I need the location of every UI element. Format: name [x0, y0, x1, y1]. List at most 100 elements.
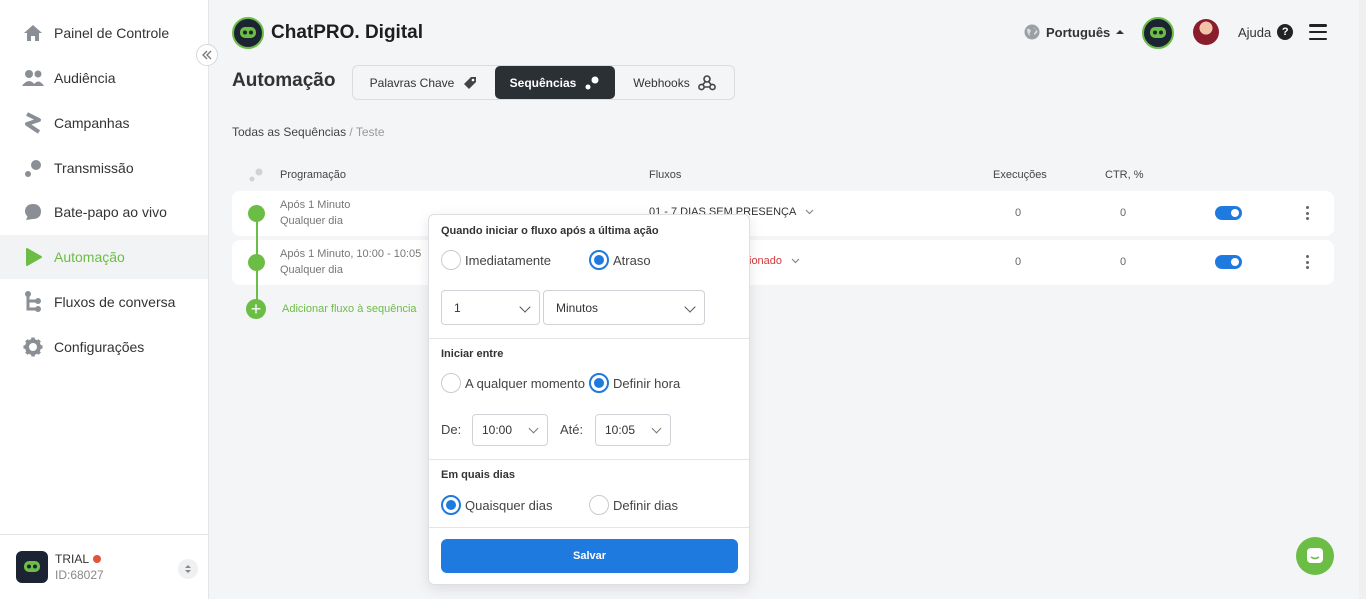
flow-icon: [22, 291, 44, 313]
days-title: Em quais dias: [441, 469, 515, 481]
timeline-dot: [248, 254, 265, 271]
radio-any-time[interactable]: A qualquer momento: [441, 373, 585, 393]
sidebar-item-broadcast[interactable]: Transmissão: [0, 146, 208, 190]
radio-label: Atraso: [613, 252, 651, 268]
row-schedule[interactable]: Após 1 Minuto Qualquer dia: [280, 197, 350, 229]
broadcast-icon: [22, 157, 44, 179]
add-flow-button[interactable]: + Adicionar fluxo à sequência: [246, 299, 417, 319]
chevron-down-icon: [805, 209, 814, 215]
tab-keywords[interactable]: Palavras Chave: [353, 66, 495, 99]
schedule-popover: Quando iniciar o fluxo após a última açã…: [428, 214, 750, 585]
collapse-sidebar-button[interactable]: [196, 44, 218, 66]
from-label: De:: [441, 422, 462, 437]
row-ctr: 0: [1120, 256, 1127, 268]
automation-tabs: Palavras Chave Sequências Webhooks: [352, 65, 735, 100]
radio-circle: [589, 250, 609, 270]
account-switcher[interactable]: TRIAL ID:68027: [0, 534, 208, 599]
radio-circle: [441, 495, 461, 515]
sidebar-item-settings[interactable]: Configurações: [0, 325, 208, 369]
page-scrollbar[interactable]: [1359, 0, 1366, 599]
sidebar-item-campaigns[interactable]: Campanhas: [0, 101, 208, 145]
radio-circle: [441, 373, 461, 393]
select-value: 1: [454, 300, 461, 315]
sidebar-item-conversation-flows[interactable]: Fluxos de conversa: [0, 280, 208, 324]
more-options-icon[interactable]: [1305, 206, 1309, 220]
to-time-select[interactable]: 10:05: [595, 414, 671, 446]
row-executions: 0: [1015, 207, 1022, 219]
sidebar-item-label: Configurações: [54, 339, 145, 355]
delay-value-select[interactable]: 1: [441, 290, 540, 325]
language-label: Português: [1046, 24, 1111, 40]
between-title: Iniciar entre: [441, 348, 504, 360]
schedule-delay: Após 1 Minuto: [280, 199, 351, 211]
row-flow[interactable]: ionado: [749, 255, 800, 267]
radio-immediate[interactable]: Imediatamente: [441, 250, 551, 270]
enable-toggle[interactable]: [1215, 206, 1242, 220]
select-value: Minutos: [556, 300, 599, 315]
brand[interactable]: ChatPRO. Digital: [232, 17, 423, 49]
tab-webhooks[interactable]: Webhooks: [615, 66, 734, 99]
enable-toggle[interactable]: [1215, 255, 1242, 269]
sidebar-item-label: Campanhas: [54, 115, 130, 131]
divider: [429, 459, 749, 460]
breadcrumb-separator: /: [346, 125, 356, 139]
header-executions: Execuções: [993, 169, 1047, 181]
divider: [429, 338, 749, 339]
header-schedule: Programação: [280, 169, 347, 181]
sidebar-item-label: Automação: [54, 249, 125, 265]
plan-label: TRIAL: [55, 552, 90, 566]
help-link[interactable]: Ajuda ?: [1238, 24, 1294, 40]
save-button[interactable]: Salvar: [441, 539, 738, 573]
sidebar-item-label: Fluxos de conversa: [54, 294, 176, 310]
breadcrumb: Todas as Sequências / Teste: [232, 125, 385, 139]
support-chat-button[interactable]: [1296, 537, 1334, 575]
radio-label: Imediatamente: [465, 252, 551, 268]
tab-label: Sequências: [509, 75, 577, 90]
radio-delay[interactable]: Atraso: [589, 250, 651, 270]
delay-unit-select[interactable]: Minutos: [543, 290, 705, 325]
row-schedule[interactable]: Após 1 Minuto, 10:00 - 10:05 Qualquer di…: [280, 246, 421, 278]
sidebar-item-audience[interactable]: Audiência: [0, 56, 208, 100]
status-dot: [93, 555, 102, 563]
user-avatar[interactable]: [1193, 19, 1219, 45]
caret-up-icon: [1116, 30, 1125, 34]
schedule-days: Qualquer dia: [280, 215, 343, 227]
chevron-down-icon: [791, 258, 800, 264]
header-flows: Fluxos: [649, 169, 682, 181]
from-time-select[interactable]: 10:00: [472, 414, 548, 446]
radio-set-days[interactable]: Definir dias: [589, 495, 678, 515]
home-icon: [22, 22, 44, 44]
tab-label: Palavras Chave: [369, 75, 455, 90]
expand-collapse-icon[interactable]: [178, 559, 198, 579]
brand-logo-icon: [232, 17, 264, 49]
account-avatar: [16, 551, 48, 583]
divider: [429, 527, 749, 528]
radio-label: Definir dias: [613, 497, 679, 513]
language-selector[interactable]: Português: [1024, 24, 1125, 40]
tab-sequences[interactable]: Sequências: [495, 66, 615, 99]
account-id: ID:68027: [55, 568, 104, 582]
more-options-icon[interactable]: [1305, 255, 1309, 269]
tab-label: Webhooks: [633, 75, 690, 90]
radio-any-days[interactable]: Quaisquer dias: [441, 495, 552, 515]
bot-avatar[interactable]: [1142, 17, 1174, 49]
sidebar-item-live-chat[interactable]: Bate-papo ao vivo: [0, 190, 208, 234]
hamburger-menu-icon[interactable]: [1309, 24, 1327, 40]
sidebar-item-automation[interactable]: Automação: [0, 235, 208, 279]
sidebar-item-dashboard[interactable]: Painel de Controle: [0, 11, 208, 55]
select-value: 10:00: [482, 423, 513, 437]
start-title: Quando iniciar o fluxo após a última açã…: [441, 225, 659, 237]
help-label: Ajuda: [1238, 24, 1272, 40]
double-chevron-left-icon: [202, 50, 212, 60]
sidebar-item-label: Audiência: [54, 70, 116, 86]
header-ctr: CTR, %: [1105, 169, 1144, 181]
plus-icon: +: [246, 299, 266, 319]
timeline-dot: [248, 205, 265, 222]
users-icon: [22, 67, 44, 89]
row-ctr: 0: [1120, 207, 1127, 219]
chevron-down-icon: [651, 423, 662, 434]
flow-name: ionado: [749, 255, 783, 267]
breadcrumb-root[interactable]: Todas as Sequências: [232, 125, 346, 139]
radio-set-time[interactable]: Definir hora: [589, 373, 680, 393]
chat-bubble-icon: [22, 201, 44, 223]
